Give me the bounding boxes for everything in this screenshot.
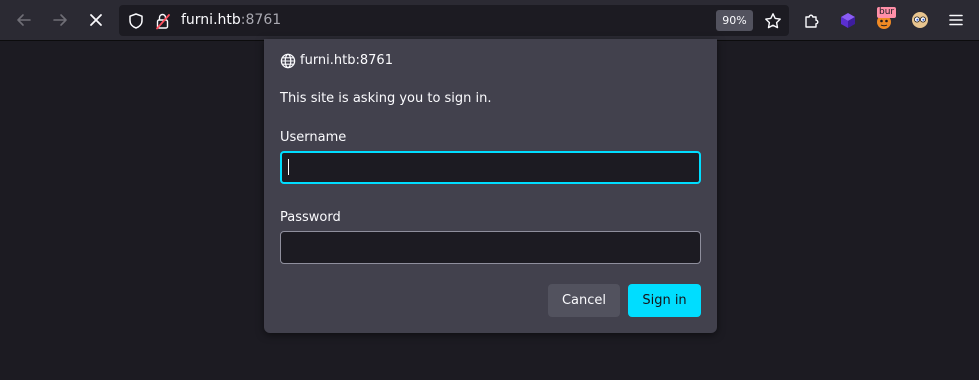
http-auth-dialog: furni.htb:8761 This site is asking you t…: [264, 39, 717, 333]
cancel-button[interactable]: Cancel: [548, 284, 620, 317]
extension-button-3[interactable]: [909, 9, 931, 31]
stop-loading-button[interactable]: [82, 6, 110, 34]
extension-badge: bur: [877, 7, 897, 18]
dialog-origin: furni.htb:8761: [300, 53, 393, 68]
hamburger-menu-icon: [949, 14, 963, 26]
arrow-right-icon: [53, 14, 67, 26]
app-menu-button[interactable]: [945, 9, 967, 31]
star-icon: [765, 13, 781, 29]
back-button[interactable]: [10, 6, 38, 34]
extensions-button[interactable]: [801, 9, 823, 31]
forward-button[interactable]: [46, 6, 74, 34]
tracking-protection-button[interactable]: [127, 12, 145, 30]
extension-button-1[interactable]: [837, 9, 859, 31]
site-security-button[interactable]: [154, 12, 172, 30]
zoom-level-badge[interactable]: 90%: [716, 10, 753, 31]
url-bar[interactable]: furni.htb:8761 90%: [119, 5, 789, 36]
username-field[interactable]: [280, 151, 701, 184]
cookie-eyes-icon: [912, 12, 928, 28]
lock-warning-icon: [156, 13, 170, 30]
puzzle-icon: [805, 14, 819, 28]
shield-icon: [129, 13, 143, 29]
url-host: furni.htb: [181, 12, 241, 28]
cube-extension-icon: [841, 13, 855, 28]
url-port: :8761: [240, 12, 282, 28]
arrow-left-icon: [17, 14, 31, 26]
globe-icon: [280, 53, 296, 69]
url-text[interactable]: furni.htb:8761: [181, 12, 281, 29]
browser-toolbar: furni.htb:8761 90% bur: [0, 0, 979, 41]
text-caret: [288, 159, 289, 175]
dialog-message: This site is asking you to sign in.: [280, 91, 492, 106]
close-icon: [90, 14, 102, 26]
bookmark-button[interactable]: [762, 10, 784, 32]
username-label: Username: [280, 130, 347, 145]
sign-in-button[interactable]: Sign in: [628, 284, 701, 317]
password-field[interactable]: [280, 231, 701, 264]
password-label: Password: [280, 210, 341, 225]
